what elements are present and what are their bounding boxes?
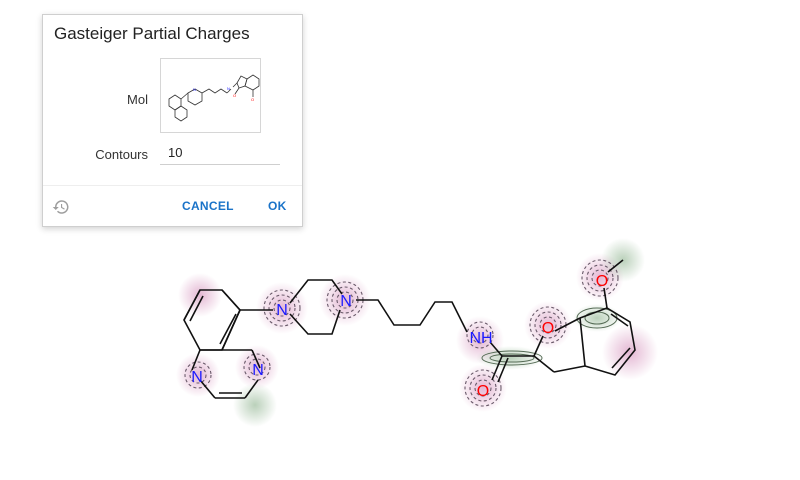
atom-label-n4: N (252, 362, 264, 379)
footer-divider (43, 185, 302, 186)
atom-label-o-methoxy: O (596, 273, 608, 290)
atom-label-o-ring: O (542, 320, 554, 337)
atom-label-o-carbonyl: O (477, 383, 489, 400)
mol-thumbnail-drawing: N N O O (168, 74, 260, 122)
atom-label-n1: N (276, 302, 288, 319)
svg-text:N: N (193, 87, 196, 92)
atom-label-nh: NH (469, 330, 492, 347)
gasteiger-dialog: Gasteiger Partial Charges Mol N N O O Co… (42, 14, 303, 227)
history-icon[interactable] (52, 198, 70, 216)
ok-button[interactable]: OK (268, 199, 287, 213)
dialog-title: Gasteiger Partial Charges (54, 24, 250, 43)
svg-text:N: N (227, 86, 230, 91)
molecule-charge-map: N N N N NH O O O (176, 238, 658, 427)
cancel-button[interactable]: CANCEL (182, 199, 234, 213)
svg-text:O: O (251, 97, 254, 102)
contours-label: Contours (95, 147, 148, 162)
mol-thumbnail[interactable]: N N O O (160, 58, 261, 133)
mol-label: Mol (127, 92, 148, 107)
svg-text:O: O (233, 93, 236, 98)
contours-input[interactable] (160, 141, 280, 165)
atom-label-n2: N (340, 293, 352, 310)
atom-label-n3: N (191, 369, 203, 386)
